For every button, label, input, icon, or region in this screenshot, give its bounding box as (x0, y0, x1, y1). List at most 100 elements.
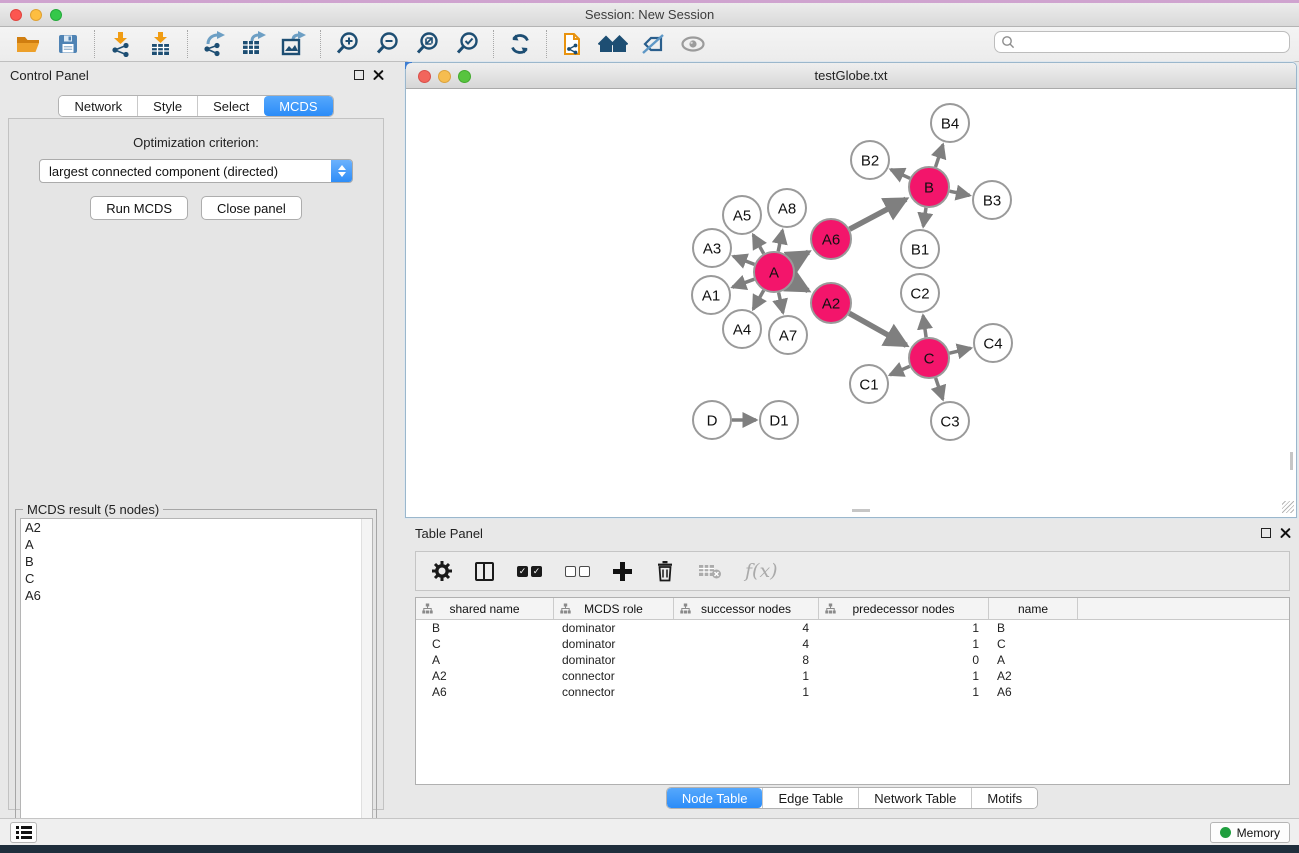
table-cell[interactable]: 1 (674, 684, 819, 700)
tab-node-table[interactable]: Node Table (667, 788, 763, 808)
zoom-out-button[interactable] (367, 29, 407, 59)
close-panel-button[interactable]: Close panel (201, 196, 302, 220)
tab-select[interactable]: Select (197, 96, 264, 116)
table-row[interactable]: Cdominator41C (416, 636, 1289, 652)
table-cell[interactable]: 1 (819, 684, 989, 700)
mcds-result-list[interactable]: A2ABCA6 (20, 518, 373, 848)
column-visibility-button[interactable] (475, 562, 494, 581)
edge-A-A7[interactable] (779, 293, 783, 313)
table-cell[interactable]: B (416, 620, 554, 636)
select-all-button[interactable]: ✓ ✓ (517, 566, 542, 577)
edge-B-B2[interactable] (891, 170, 910, 179)
network-vscroll[interactable] (1290, 452, 1293, 470)
column-header-name[interactable]: name (989, 598, 1078, 619)
table-cell[interactable]: 4 (674, 620, 819, 636)
result-item[interactable]: A6 (21, 587, 372, 604)
table-cell[interactable]: A6 (989, 684, 1078, 700)
save-session-button[interactable] (48, 29, 88, 59)
task-history-button[interactable] (10, 822, 37, 843)
table-cell[interactable]: 0 (819, 652, 989, 668)
edge-A-A5[interactable] (753, 235, 764, 254)
edge-C-C2[interactable] (923, 316, 926, 338)
column-header-successor-nodes[interactable]: successor nodes (674, 598, 819, 619)
column-header-mcds-role[interactable]: MCDS role (554, 598, 674, 619)
table-cell[interactable]: connector (554, 684, 674, 700)
edge-B-B1[interactable] (923, 208, 926, 227)
zoom-in-button[interactable] (327, 29, 367, 59)
add-column-button[interactable] (613, 562, 632, 581)
tab-network-table[interactable]: Network Table (858, 788, 971, 808)
network-from-selection-button[interactable] (553, 29, 593, 59)
function-builder-button[interactable]: f(x) (745, 560, 778, 582)
table-cell[interactable]: B (989, 620, 1078, 636)
export-table-button[interactable] (234, 29, 274, 59)
memory-button[interactable]: Memory (1210, 822, 1290, 843)
float-table-panel-icon[interactable] (1261, 528, 1271, 538)
criterion-dropdown[interactable]: largest connected component (directed) (39, 159, 353, 183)
result-scrollbar[interactable] (361, 519, 372, 847)
table-settings-button[interactable] (432, 561, 452, 581)
edge-C-C1[interactable] (890, 366, 910, 375)
run-mcds-button[interactable]: Run MCDS (90, 196, 188, 220)
edge-A-A3[interactable] (733, 256, 754, 264)
table-cell[interactable]: 1 (674, 668, 819, 684)
table-cell[interactable]: connector (554, 668, 674, 684)
show-details-button[interactable] (673, 29, 713, 59)
edge-A-A2[interactable] (792, 282, 808, 291)
network-window-titlebar[interactable]: testGlobe.txt (406, 63, 1296, 89)
result-item[interactable]: A2 (21, 519, 372, 536)
show-all-levels-button[interactable] (593, 29, 633, 59)
import-table-button[interactable] (141, 29, 181, 59)
edge-A2-C[interactable] (849, 313, 906, 345)
search-input[interactable] (994, 31, 1290, 53)
table-cell[interactable]: dominator (554, 620, 674, 636)
table-row[interactable]: A6connector11A6 (416, 684, 1289, 700)
close-table-panel-icon[interactable] (1280, 527, 1291, 538)
column-header-predecessor-nodes[interactable]: predecessor nodes (819, 598, 989, 619)
result-item[interactable]: B (21, 553, 372, 570)
column-header-shared-name[interactable]: shared name (416, 598, 554, 619)
table-cell[interactable]: 1 (819, 620, 989, 636)
edge-A6-B[interactable] (850, 199, 906, 229)
table-row[interactable]: Adominator80A (416, 652, 1289, 668)
table-cell[interactable]: 4 (674, 636, 819, 652)
table-cell[interactable]: A6 (416, 684, 554, 700)
import-network-button[interactable] (101, 29, 141, 59)
table-cell[interactable]: 8 (674, 652, 819, 668)
result-item[interactable]: A (21, 536, 372, 553)
delete-column-button[interactable] (655, 560, 675, 582)
edge-A-A4[interactable] (753, 290, 764, 309)
table-cell[interactable]: A2 (416, 668, 554, 684)
hide-labels-button[interactable] (633, 29, 673, 59)
table-cell[interactable]: A (989, 652, 1078, 668)
network-hscroll[interactable] (852, 509, 870, 512)
deselect-all-button[interactable] (565, 566, 590, 577)
edge-B-B4[interactable] (936, 145, 943, 167)
table-row[interactable]: A2connector11A2 (416, 668, 1289, 684)
table-cell[interactable]: A2 (989, 668, 1078, 684)
close-panel-icon[interactable] (373, 69, 384, 80)
table-cell[interactable]: 1 (819, 668, 989, 684)
zoom-selected-button[interactable] (447, 29, 487, 59)
tab-mcds[interactable]: MCDS (264, 96, 332, 116)
table-cell[interactable]: C (416, 636, 554, 652)
edge-A-A8[interactable] (778, 230, 782, 251)
tab-style[interactable]: Style (137, 96, 197, 116)
tab-motifs[interactable]: Motifs (971, 788, 1037, 808)
float-panel-icon[interactable] (354, 70, 364, 80)
edge-C-C3[interactable] (936, 378, 943, 399)
table-cell[interactable]: dominator (554, 636, 674, 652)
tab-edge-table[interactable]: Edge Table (762, 788, 858, 808)
resize-grip-icon[interactable] (1282, 501, 1294, 513)
apply-layout-button[interactable] (500, 29, 540, 59)
edge-A-A6[interactable] (792, 252, 808, 261)
export-network-button[interactable] (194, 29, 234, 59)
tab-network[interactable]: Network (59, 96, 137, 116)
table-cell[interactable]: A (416, 652, 554, 668)
table-row[interactable]: Bdominator41B (416, 620, 1289, 636)
edge-A-A1[interactable] (733, 279, 755, 287)
zoom-fit-button[interactable] (407, 29, 447, 59)
table-cell[interactable]: C (989, 636, 1078, 652)
network-canvas[interactable]: B4B2BB3A5A8A6A3AB1A1A2C2A4A7C4CC1C3DD1 (407, 90, 1295, 514)
edge-B-B3[interactable] (950, 191, 970, 195)
